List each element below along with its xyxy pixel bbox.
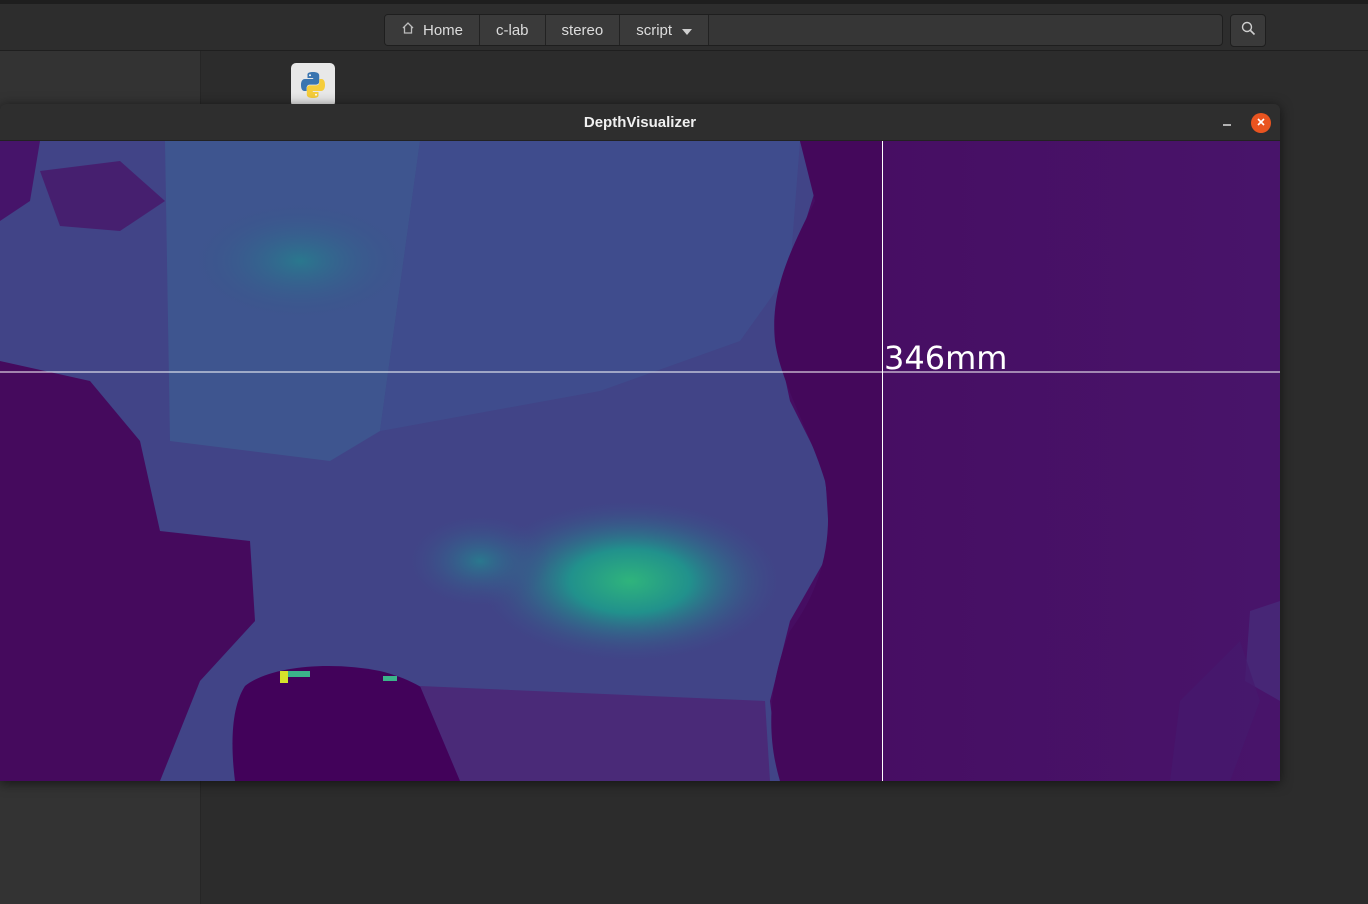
breadcrumb-c-lab[interactable]: c-lab [480, 15, 546, 45]
chevron-down-icon[interactable] [682, 22, 693, 39]
breadcrumb-stereo[interactable]: stereo [545, 15, 621, 45]
home-icon [401, 21, 415, 39]
breadcrumb-label: Home [423, 21, 464, 39]
close-icon [1256, 114, 1266, 132]
close-button[interactable] [1251, 113, 1271, 133]
breadcrumb-label: script [636, 21, 673, 39]
breadcrumb-script[interactable]: script [620, 15, 710, 45]
python-file-icon[interactable] [291, 63, 335, 107]
window-title: DepthVisualizer [583, 114, 697, 131]
search-icon [1241, 21, 1256, 41]
depth-image[interactable]: 346mm [0, 141, 1280, 781]
title-bar[interactable]: DepthVisualizer [0, 104, 1280, 141]
search-button[interactable] [1230, 14, 1266, 47]
depth-readout: 346mm [884, 339, 1008, 377]
minimize-icon [1222, 114, 1232, 132]
breadcrumb-label: c-lab [496, 21, 529, 39]
breadcrumb-home[interactable]: Home [385, 15, 481, 45]
breadcrumb-label: stereo [561, 21, 604, 39]
depth-visualizer-window: DepthVisualizer 346mm [0, 104, 1280, 781]
depth-map [0, 141, 1280, 781]
file-manager-header: Home c-lab stereo script [0, 0, 1368, 51]
minimize-button[interactable] [1216, 112, 1238, 134]
path-bar: Home c-lab stereo script [384, 14, 1223, 46]
